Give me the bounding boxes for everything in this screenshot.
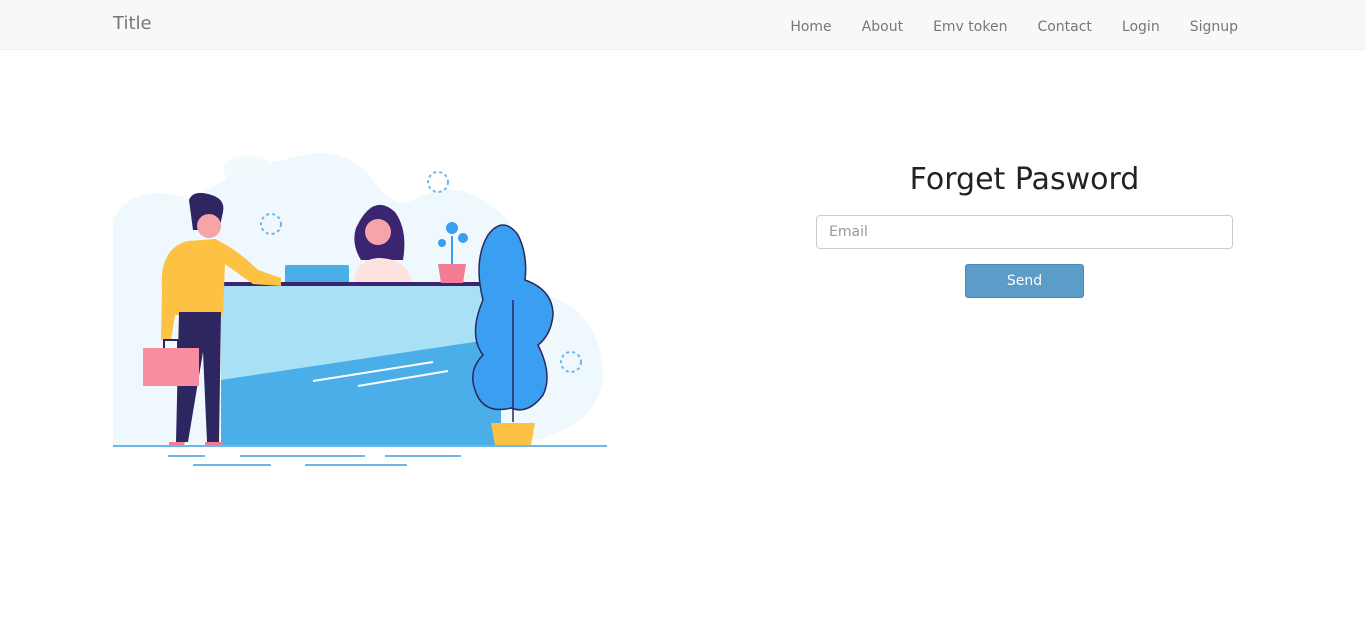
- nav-link-emv-token[interactable]: Emv token: [933, 19, 1007, 35]
- reception-illustration: [113, 140, 607, 470]
- form-title: Forget Pasword: [909, 162, 1140, 197]
- forget-password-form: Forget Pasword Send: [816, 160, 1233, 298]
- nav-item: Emv token: [933, 16, 1007, 35]
- nav-item: About: [862, 16, 903, 35]
- nav-link-contact[interactable]: Contact: [1037, 19, 1091, 35]
- send-button[interactable]: Send: [965, 264, 1084, 298]
- nav-item: Contact: [1037, 16, 1091, 35]
- brand-title[interactable]: Title: [113, 13, 152, 34]
- nav-item: Home: [790, 16, 831, 35]
- reception-illustration-svg: [113, 153, 607, 466]
- nav-link-signup[interactable]: Signup: [1190, 19, 1238, 35]
- navbar: Title Home About Emv token Contact Login…: [0, 0, 1366, 50]
- nav-link-home[interactable]: Home: [790, 19, 831, 35]
- button-wrapper: Send: [816, 264, 1233, 298]
- nav-item: Signup: [1190, 16, 1238, 35]
- nav-menu: Home About Emv token Contact Login Signu…: [790, 16, 1238, 35]
- nav-item: Login: [1122, 16, 1160, 35]
- nav-link-about[interactable]: About: [862, 19, 903, 35]
- email-input[interactable]: [816, 215, 1233, 249]
- nav-link-login[interactable]: Login: [1122, 19, 1160, 35]
